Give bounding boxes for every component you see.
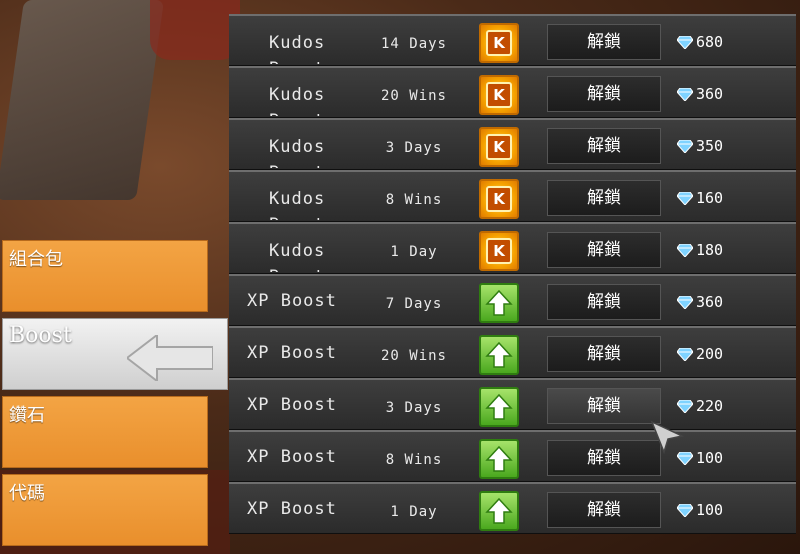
item-name: Kudos Boost xyxy=(269,85,326,116)
kudos-letter: K xyxy=(486,82,512,108)
unlock-button[interactable]: 解鎖 xyxy=(547,76,661,112)
item-duration: 20 Wins xyxy=(380,348,447,364)
item-duration: 1 Day xyxy=(390,244,438,260)
xp-arrow-icon xyxy=(479,335,519,375)
item-price-value: 180 xyxy=(696,241,724,259)
boost-item-row: Kudos Boost 3 Days K 解鎖 350 xyxy=(229,118,796,170)
item-price: 350 xyxy=(677,137,723,155)
xp-arrow-icon xyxy=(479,387,519,427)
item-price-value: 680 xyxy=(696,33,724,51)
xp-arrow-icon xyxy=(479,283,519,323)
item-price: 100 xyxy=(677,501,723,519)
mouse-cursor-icon xyxy=(650,420,684,454)
kudos-icon: K xyxy=(479,75,519,115)
item-duration: 7 Days xyxy=(385,296,443,312)
category-diamonds-label: 鑽石 xyxy=(9,405,45,426)
item-name: XP Boost xyxy=(247,343,337,363)
kudos-icon: K xyxy=(479,231,519,271)
unlock-button[interactable]: 解鎖 xyxy=(547,440,661,476)
item-name: XP Boost xyxy=(247,499,337,519)
item-price: 220 xyxy=(677,397,723,415)
item-price-value: 360 xyxy=(696,293,724,311)
boost-item-list: Kudos Boost 14 Days K 解鎖 680 Kudos Boost 20 Wi… xyxy=(229,14,796,534)
diamond-icon xyxy=(677,35,693,49)
unlock-button[interactable]: 解鎖 xyxy=(547,128,661,164)
unlock-button[interactable]: 解鎖 xyxy=(547,232,661,268)
boost-item-row: Kudos Boost 1 Day K 解鎖 180 xyxy=(229,222,796,274)
left-arrow-icon xyxy=(127,335,213,381)
diamond-icon xyxy=(677,347,693,361)
boost-item-row: Kudos Boost 20 Wins K 解鎖 360 xyxy=(229,66,796,118)
item-price-value: 360 xyxy=(696,85,724,103)
item-name: Kudos Boost xyxy=(269,241,326,272)
diamond-icon xyxy=(677,191,693,205)
diamond-icon xyxy=(677,87,693,101)
kudos-letter: K xyxy=(486,186,512,212)
xp-arrow-icon xyxy=(479,439,519,479)
item-name: XP Boost xyxy=(247,447,337,467)
item-price-value: 200 xyxy=(696,345,724,363)
item-price: 200 xyxy=(677,345,723,363)
unlock-button[interactable]: 解鎖 xyxy=(547,388,661,424)
boost-item-row: XP Boost 1 Day 解鎖 100 xyxy=(229,482,796,534)
item-price-value: 350 xyxy=(696,137,724,155)
kudos-icon: K xyxy=(479,127,519,167)
boost-item-row: Kudos Boost 14 Days K 解鎖 680 xyxy=(229,14,796,66)
kudos-letter: K xyxy=(486,134,512,160)
unlock-button[interactable]: 解鎖 xyxy=(547,180,661,216)
item-price: 180 xyxy=(677,241,723,259)
unlock-button[interactable]: 解鎖 xyxy=(547,24,661,60)
boost-item-row: XP Boost 7 Days 解鎖 360 xyxy=(229,274,796,326)
item-name: XP Boost xyxy=(247,291,337,311)
item-duration: 8 Wins xyxy=(385,192,443,208)
item-name: Kudos Boost xyxy=(269,189,326,220)
item-duration: 1 Day xyxy=(390,504,438,520)
boost-item-row: Kudos Boost 8 Wins K 解鎖 160 xyxy=(229,170,796,222)
boost-item-row: XP Boost 8 Wins 解鎖 100 xyxy=(229,430,796,482)
kudos-icon: K xyxy=(479,23,519,63)
item-duration: 8 Wins xyxy=(385,452,443,468)
unlock-button[interactable]: 解鎖 xyxy=(547,284,661,320)
item-price-value: 160 xyxy=(696,189,724,207)
item-price-value: 100 xyxy=(696,449,724,467)
item-duration: 3 Days xyxy=(385,140,443,156)
item-duration: 14 Days xyxy=(380,36,447,52)
boost-item-row: XP Boost 3 Days 解鎖 220 xyxy=(229,378,796,430)
category-bundle[interactable]: 組合包 xyxy=(2,240,208,312)
item-price: 360 xyxy=(677,85,723,103)
diamond-icon xyxy=(677,503,693,517)
item-name: Kudos Boost xyxy=(269,33,326,64)
category-boost-label: Boost xyxy=(9,323,72,348)
item-price: 160 xyxy=(677,189,723,207)
item-price: 680 xyxy=(677,33,723,51)
item-price: 360 xyxy=(677,293,723,311)
item-duration: 3 Days xyxy=(385,400,443,416)
item-price-value: 100 xyxy=(696,501,724,519)
diamond-icon xyxy=(677,295,693,309)
category-bundle-label: 組合包 xyxy=(9,249,63,270)
kudos-icon: K xyxy=(479,179,519,219)
item-price-value: 220 xyxy=(696,397,724,415)
unlock-button[interactable]: 解鎖 xyxy=(547,336,661,372)
item-name: Kudos Boost xyxy=(269,137,326,168)
unlock-button[interactable]: 解鎖 xyxy=(547,492,661,528)
item-duration: 20 Wins xyxy=(380,88,447,104)
kudos-letter: K xyxy=(486,238,512,264)
background-art-robot xyxy=(0,0,165,200)
kudos-letter: K xyxy=(486,30,512,56)
category-boost[interactable]: Boost xyxy=(2,318,228,390)
item-name: XP Boost xyxy=(247,395,337,415)
diamond-icon xyxy=(677,139,693,153)
xp-arrow-icon xyxy=(479,491,519,531)
background-art-red xyxy=(150,0,240,60)
category-code[interactable]: 代碼 xyxy=(2,474,208,546)
boost-item-row: XP Boost 20 Wins 解鎖 200 xyxy=(229,326,796,378)
diamond-icon xyxy=(677,243,693,257)
category-code-label: 代碼 xyxy=(9,483,45,504)
diamond-icon xyxy=(677,399,693,413)
category-diamonds[interactable]: 鑽石 xyxy=(2,396,208,468)
